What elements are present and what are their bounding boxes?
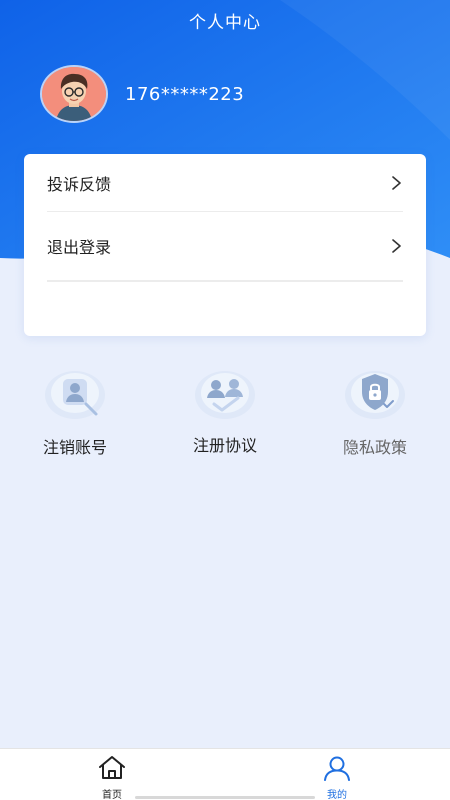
cancel-account-button[interactable]: 注销账号: [25, 366, 125, 458]
users-agreement-icon: [195, 371, 255, 419]
menu-item-label: 投诉反馈: [47, 174, 112, 194]
page-title: 个人中心: [189, 13, 261, 33]
user-id-icon: [45, 371, 105, 419]
menu-card: 投诉反馈 退出登录: [24, 154, 426, 336]
home-indicator: [135, 796, 315, 799]
divider: [47, 281, 403, 282]
phone-number: 176*****223: [125, 84, 245, 105]
feature-label: 隐私政策: [342, 438, 407, 457]
tab-label: 首页: [102, 790, 122, 800]
feature-label: 注销账号: [42, 438, 107, 457]
privacy-policy-button[interactable]: 隐私政策: [325, 366, 425, 458]
tab-home[interactable]: 首页: [82, 755, 142, 800]
tab-mine[interactable]: 我的: [307, 755, 367, 800]
feature-label: 注册协议: [192, 436, 257, 455]
shield-lock-icon: [345, 371, 405, 419]
menu-item-feedback[interactable]: 投诉反馈: [47, 154, 403, 212]
menu-item-logout[interactable]: 退出登录: [47, 212, 403, 281]
user-icon: [324, 756, 350, 781]
tab-label: 我的: [327, 790, 347, 800]
avatar-icon: [42, 67, 106, 121]
avatar[interactable]: [42, 67, 106, 121]
chevron-right-icon: [392, 239, 401, 253]
chevron-right-icon: [392, 175, 401, 190]
menu-item-label: 退出登录: [47, 238, 112, 257]
home-icon: [99, 756, 125, 779]
registration-agreement-button[interactable]: 注册协议: [175, 366, 275, 456]
bottom-tab-bar: 首页 我的: [0, 748, 450, 800]
